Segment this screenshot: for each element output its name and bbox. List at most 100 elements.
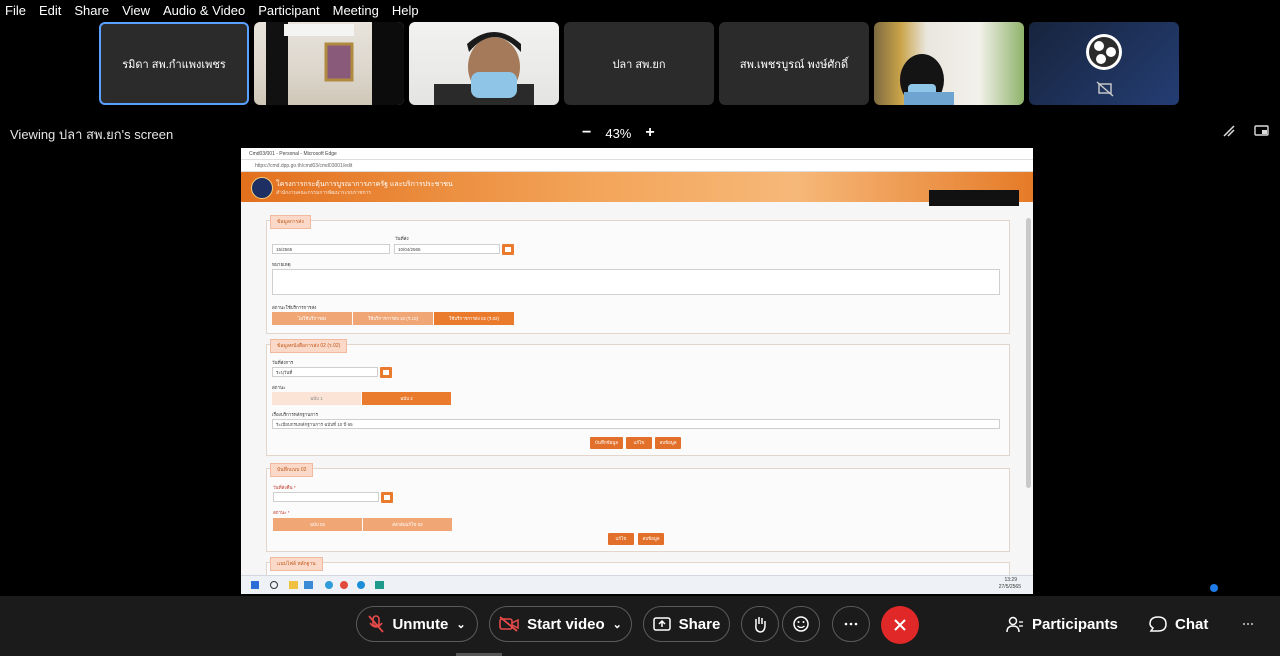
participant-tile[interactable]: สพ.เพชรบูรณ์ พงษ์ศักดิ์ xyxy=(719,22,869,105)
edit-button[interactable]: แก้ไข xyxy=(626,437,652,449)
participant-name: สพ.เพชรบูรณ์ พงษ์ศักดิ์ xyxy=(739,58,849,71)
detail-label: เรื่องบริการหลักฐานการ xyxy=(272,412,318,417)
start-video-label: Start video xyxy=(527,615,605,633)
menu-file[interactable]: File xyxy=(0,0,34,20)
view-controls xyxy=(1222,124,1270,138)
status-label: สถานะ xyxy=(272,385,286,390)
chat-notification-dot xyxy=(1210,584,1218,592)
save-button[interactable]: บันทึกข้อมูล xyxy=(590,437,623,449)
send-info-panel: ข้อมูลการส่ง 15/2565 วันที่ส่ง 10/04/256… xyxy=(266,215,1010,334)
menu-participant[interactable]: Participant xyxy=(253,0,327,20)
date-field[interactable]: 10/04/2565 xyxy=(394,244,500,254)
browser-title-bar: Cmd03/001 - Personal - Microsoft Edge xyxy=(241,148,1033,160)
detail-field[interactable]: ระเบียบกรมหลักฐานการ ฉบับที่ 10 ปี 65 xyxy=(272,419,1000,429)
status-option[interactable]: ส่งกลับแก้ไข 02 xyxy=(363,518,452,531)
section-tab: ข้อมูลหนังสือการส่ง 02 (ร.02) xyxy=(270,339,348,353)
menu-help[interactable]: Help xyxy=(387,0,427,20)
status-option[interactable]: ฉบับ 02 xyxy=(273,518,362,531)
section-tab: แนบไฟล์ หลักฐาน xyxy=(270,557,323,571)
participant-video[interactable] xyxy=(254,22,404,105)
chevron-down-icon[interactable]: ⌄ xyxy=(613,618,622,631)
participant-video[interactable] xyxy=(409,22,559,105)
menu-view[interactable]: View xyxy=(117,0,158,20)
zoom-control: − 43% + xyxy=(582,124,655,142)
delete-button[interactable]: ลบข้อมูล xyxy=(655,437,681,449)
chevron-down-icon[interactable]: ⌄ xyxy=(456,618,465,631)
edit-button[interactable]: แก้ไข xyxy=(608,533,634,545)
calendar-icon[interactable] xyxy=(381,492,393,503)
section-tab: บันทึกแบบ 02 xyxy=(270,463,314,477)
share-button[interactable]: Share xyxy=(643,606,730,642)
note-label: หมายเหตุ xyxy=(272,262,291,267)
status-option[interactable]: ใช้บริการการส่ง 10 (ร.10) xyxy=(353,312,433,325)
video-feed-icon xyxy=(266,22,404,105)
hand-icon xyxy=(755,617,766,633)
share-screen-icon xyxy=(652,617,671,631)
participants-button[interactable]: Participants xyxy=(1006,606,1118,642)
overflow-button[interactable] xyxy=(1242,606,1254,642)
note-field[interactable] xyxy=(272,269,1000,295)
date-field[interactable]: ระบุวันที่ xyxy=(272,367,378,377)
viewing-label: Viewing ปลา สพ.ยก's screen xyxy=(10,127,174,142)
calendar-icon[interactable] xyxy=(502,244,514,255)
return-date-field[interactable] xyxy=(273,492,379,502)
participant-video[interactable] xyxy=(874,22,1024,105)
participant-tile[interactable]: รมิดา สพ.กำแพงเพชร xyxy=(99,22,249,105)
status-label: สถานะ * xyxy=(273,510,290,515)
obs-logo-icon xyxy=(1086,34,1122,97)
zoom-out-button[interactable]: − xyxy=(582,124,591,142)
video-feed-icon xyxy=(900,54,954,105)
menu-audio-video[interactable]: Audio & Video xyxy=(158,0,253,20)
taskbar-apps-icon xyxy=(251,581,384,589)
participant-strip: รมิดา สพ.กำแพงเพชร ปลา สพ.ยก สพ.เพชรบูรณ… xyxy=(99,22,1179,105)
chat-label: Chat xyxy=(1175,615,1209,633)
windows-taskbar: 13:29 27/5/2565 xyxy=(241,575,1033,594)
status-option-selected[interactable]: ฉบับ 2 xyxy=(362,392,451,405)
zoom-level: 43% xyxy=(605,125,632,141)
leave-meeting-button[interactable] xyxy=(881,606,919,644)
share-label: Share xyxy=(678,615,721,633)
meeting-toolbar: Unmute ⌄ Start video ⌄ Share Participant… xyxy=(0,584,1280,656)
site-banner: โครงการกระตุ้นการบูรณาการภาครัฐ และบริกา… xyxy=(241,172,1033,206)
raise-hand-button[interactable] xyxy=(741,606,779,642)
reactions-button[interactable] xyxy=(782,606,820,642)
menu-meeting[interactable]: Meeting xyxy=(328,0,387,20)
site-logo-icon xyxy=(251,177,273,199)
unmute-button[interactable]: Unmute ⌄ xyxy=(356,606,478,642)
taskbar-date: 27/5/2565 xyxy=(998,584,1021,590)
browser-url: https://cmd.dpp.go.th/cmd03/cmd03001/edi… xyxy=(255,162,353,169)
annotate-icon[interactable] xyxy=(1222,124,1236,138)
status-label: สถานะใช้บริการการส่ง xyxy=(272,305,317,310)
participant-video[interactable] xyxy=(1029,22,1179,105)
video-off-icon xyxy=(499,616,519,632)
participant-tile[interactable]: ปลา สพ.ยก xyxy=(564,22,714,105)
chat-button[interactable]: Chat xyxy=(1149,606,1208,642)
menu-share[interactable]: Share xyxy=(69,0,117,20)
participants-icon xyxy=(1006,616,1023,633)
delete-button[interactable]: ลบข้อมูล xyxy=(638,533,664,545)
letter-panel: ข้อมูลหนังสือการส่ง 02 (ร.02) วันที่ส่งก… xyxy=(266,339,1010,456)
muted-mic-icon xyxy=(368,615,385,633)
date-label: วันที่ส่งการ xyxy=(272,360,294,365)
view-options-icon[interactable] xyxy=(1254,124,1270,138)
menu-edit[interactable]: Edit xyxy=(34,0,69,20)
site-subtitle: สำนักงานคณะกรรมการพัฒนาระบบราชการ xyxy=(276,190,372,196)
status-option-selected[interactable]: ใช้บริการการส่ง 02 (ร.02) xyxy=(434,312,514,325)
zoom-in-button[interactable]: + xyxy=(645,124,654,142)
ellipsis-icon xyxy=(1243,623,1253,625)
shared-screen: Cmd03/001 - Personal - Microsoft Edge ht… xyxy=(241,148,1033,594)
browser-title: Cmd03/001 - Personal - Microsoft Edge xyxy=(249,150,337,157)
user-overlay xyxy=(929,190,1019,206)
number-field[interactable]: 15/2565 xyxy=(272,244,390,254)
start-video-button[interactable]: Start video ⌄ xyxy=(489,606,632,642)
participant-name: ปลา สพ.ยก xyxy=(612,58,666,71)
status-option[interactable]: ไม่ใช้บริการส่ง xyxy=(272,312,352,325)
section-tab: ข้อมูลการส่ง xyxy=(270,215,311,229)
video-feed-icon xyxy=(434,32,534,105)
ellipsis-icon xyxy=(844,622,858,626)
page-scrollbar[interactable] xyxy=(1026,218,1031,488)
calendar-icon[interactable] xyxy=(380,367,392,378)
more-options-button[interactable] xyxy=(832,606,870,642)
status-option[interactable]: ฉบับ 1 xyxy=(272,392,361,405)
unmute-label: Unmute xyxy=(392,615,449,633)
